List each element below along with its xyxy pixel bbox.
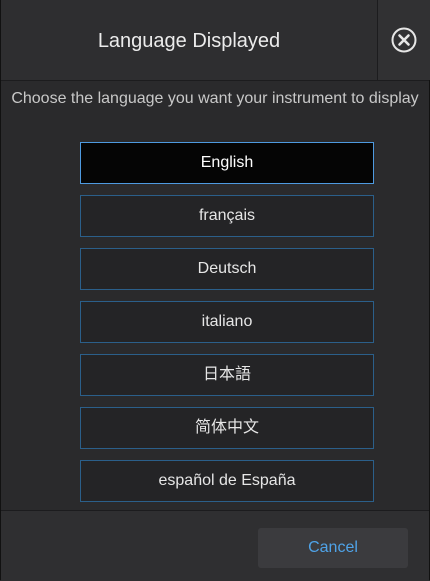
language-option-english[interactable]: English: [80, 142, 374, 184]
language-option-italian[interactable]: italiano: [80, 301, 374, 343]
language-list: English français Deutsch italiano 日本語 简体…: [80, 142, 374, 513]
close-icon: [391, 27, 417, 53]
cancel-button[interactable]: Cancel: [258, 528, 408, 568]
close-button[interactable]: [377, 0, 430, 80]
dialog-footer: Cancel: [1, 510, 429, 581]
dialog-title: Language Displayed: [97, 30, 281, 52]
language-option-spanish[interactable]: español de España: [80, 460, 374, 502]
language-option-chinese[interactable]: 简体中文: [80, 407, 374, 449]
title-bar: Language Displayed: [1, 0, 430, 81]
language-option-french[interactable]: français: [80, 195, 374, 237]
instruction-text: Choose the language you want your instru…: [11, 90, 419, 107]
language-option-german[interactable]: Deutsch: [80, 248, 374, 290]
language-dialog: Language Displayed Choose the language y…: [0, 0, 430, 581]
language-option-japanese[interactable]: 日本語: [80, 354, 374, 396]
